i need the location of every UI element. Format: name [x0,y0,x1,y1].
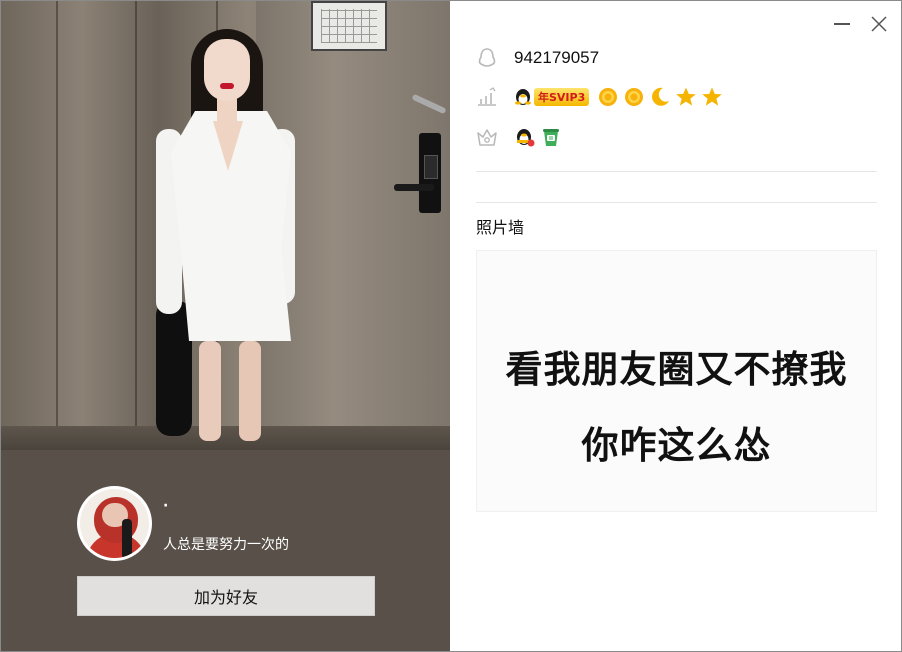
svip-label: 年SVIP3 [534,88,590,106]
add-friend-button[interactable]: 加为好友 [77,576,375,616]
sun-icon [623,86,645,108]
green-bucket-badge-icon[interactable] [540,126,562,148]
qq-penguin-icon [515,89,531,105]
divider [476,171,877,172]
photo-wall-text-line2: 你咋这么怂 [581,424,772,467]
nickname: · [163,498,169,514]
photo-wall-image[interactable]: 看我朋友圈又不撩我 你咋这么怂 [476,250,877,512]
level-row: 年SVIP3 [476,84,727,110]
signature: 人总是要努力一次的 [163,537,289,553]
sun-icon [597,86,619,108]
penguin-outline-icon [476,47,498,69]
profile-summary: · 人总是要努力一次的 [77,486,377,562]
svip-badge[interactable]: 年SVIP3 [514,87,590,107]
qq-number: 942179057 [514,48,600,67]
person-figure [141,21,321,441]
profile-card-window: · 人总是要努力一次的 加为好友 942179057 年SVIP3 照片墙 看我… [0,0,902,652]
minimize-button[interactable] [831,13,853,35]
star-icon [701,86,723,108]
photo-wall-text-line1: 看我朋友圈又不撩我 [505,348,848,391]
close-icon [871,16,887,32]
wall-notice [311,1,387,51]
close-button[interactable] [868,13,890,35]
left-panel: · 人总是要努力一次的 加为好友 [1,1,450,651]
service-row [476,124,566,150]
door-lock [419,133,441,213]
qq-number-row: 942179057 [476,45,599,71]
minimize-icon [834,23,850,25]
divider [476,202,877,203]
crown-outline-icon [476,126,498,148]
level-chart-icon [476,86,498,108]
moon-icon [649,86,671,108]
cover-photo[interactable] [1,1,450,450]
right-panel: 942179057 年SVIP3 照片墙 看我朋友圈又不撩我 你咋这么怂 [450,1,901,651]
qq-penguin-badge-icon[interactable] [514,126,536,148]
photo-wall-title: 照片墙 [476,218,525,237]
star-icon [675,86,697,108]
avatar[interactable] [77,486,152,561]
